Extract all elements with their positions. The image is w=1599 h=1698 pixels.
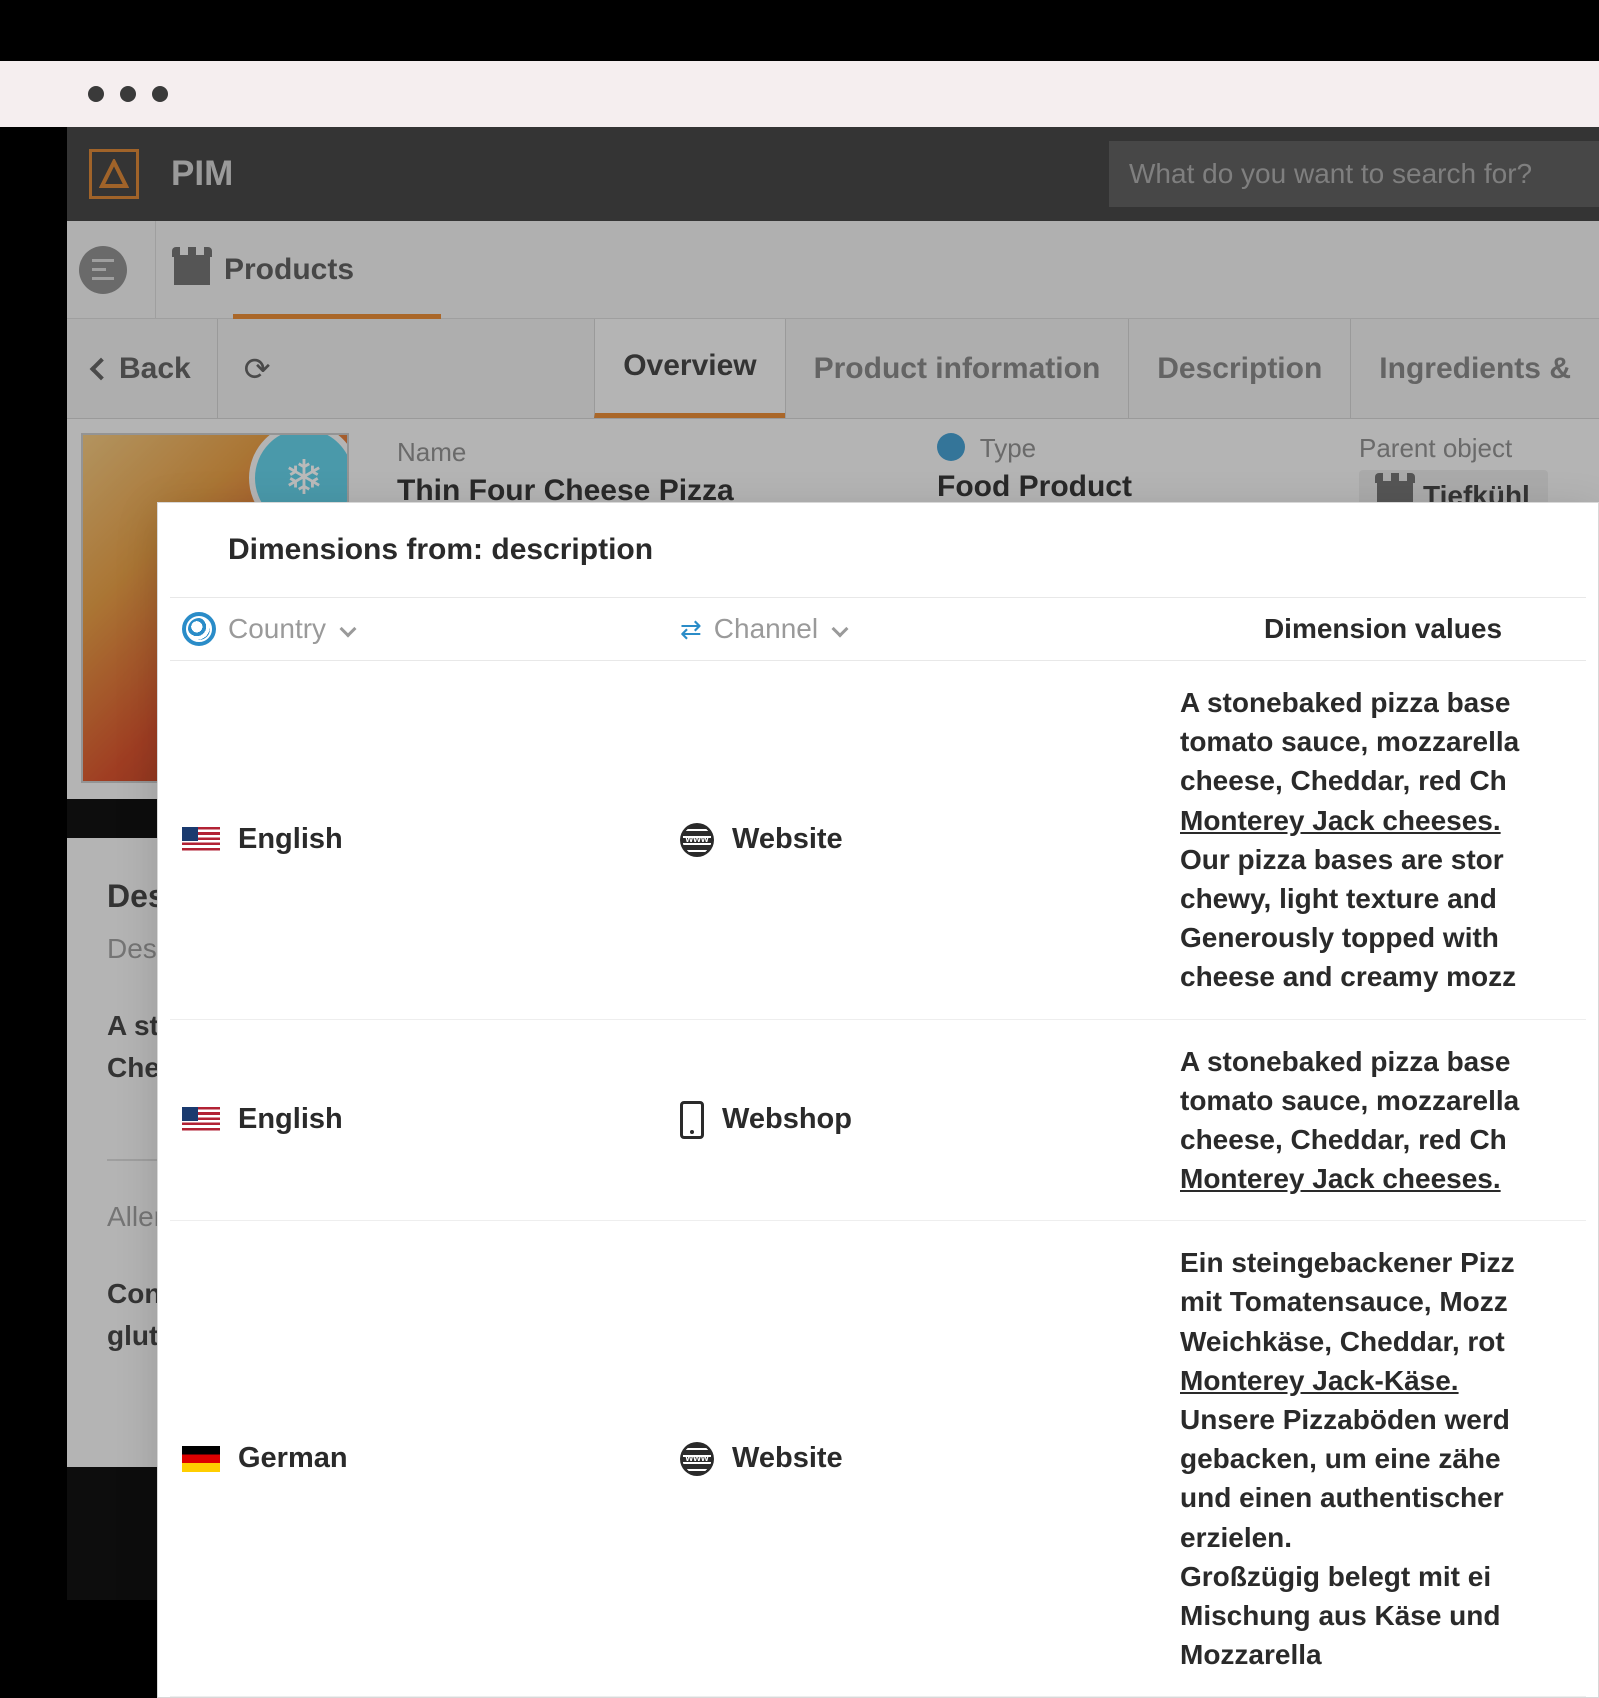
values-column-header: Dimension values bbox=[1180, 612, 1586, 646]
dimension-row[interactable]: English Webshop A stonebaked pizza basetom… bbox=[170, 1020, 1586, 1222]
www-icon: www bbox=[680, 823, 714, 857]
row-country: English bbox=[170, 1042, 680, 1199]
chevron-down-icon bbox=[832, 621, 849, 638]
swap-icon: ⇄ bbox=[680, 614, 702, 645]
phone-icon bbox=[680, 1101, 704, 1139]
us-flag-icon bbox=[182, 1107, 220, 1133]
www-icon: www bbox=[680, 1442, 714, 1476]
country-column-header[interactable]: Country bbox=[170, 612, 680, 646]
traffic-light-min[interactable] bbox=[120, 86, 136, 102]
channel-label: Webshop bbox=[722, 1103, 852, 1136]
row-channel: www Website bbox=[680, 1243, 1180, 1674]
channel-column-header[interactable]: ⇄ Channel bbox=[680, 612, 1180, 646]
left-black-bar bbox=[0, 0, 67, 1600]
row-country: English bbox=[170, 683, 680, 997]
chevron-down-icon bbox=[340, 621, 357, 638]
modal-body: English www Website A stonebaked pizza base… bbox=[158, 661, 1598, 1697]
dimension-value: Ein steingebackener Pizzmit Tomatensauce… bbox=[1180, 1243, 1586, 1674]
dimension-row[interactable]: German www Website Ein steingebackener Pizz… bbox=[170, 1221, 1586, 1697]
german-flag-icon bbox=[182, 1446, 220, 1472]
browser-chrome bbox=[0, 61, 1599, 127]
dimension-value: A stonebaked pizza basetomato sauce, moz… bbox=[1180, 1042, 1586, 1199]
modal-columns-header: Country ⇄ Channel Dimension values bbox=[170, 597, 1586, 661]
traffic-light-close[interactable] bbox=[88, 86, 104, 102]
modal-title: Dimensions from: description bbox=[158, 503, 1598, 597]
dimension-value: A stonebaked pizza basetomato sauce, moz… bbox=[1180, 683, 1586, 997]
country-label: English bbox=[238, 1103, 343, 1136]
row-channel: Webshop bbox=[680, 1042, 1180, 1199]
country-label: English bbox=[238, 823, 343, 856]
us-flag-icon bbox=[182, 827, 220, 853]
channel-label: Website bbox=[732, 823, 843, 856]
globe-icon bbox=[182, 612, 216, 646]
dimensions-modal: Dimensions from: description Country ⇄ C… bbox=[157, 502, 1599, 1698]
dimension-row[interactable]: English www Website A stonebaked pizza base… bbox=[170, 661, 1586, 1020]
traffic-light-max[interactable] bbox=[152, 86, 168, 102]
row-country: German bbox=[170, 1243, 680, 1674]
row-channel: www Website bbox=[680, 683, 1180, 997]
country-label: German bbox=[238, 1442, 348, 1475]
channel-label: Website bbox=[732, 1442, 843, 1475]
